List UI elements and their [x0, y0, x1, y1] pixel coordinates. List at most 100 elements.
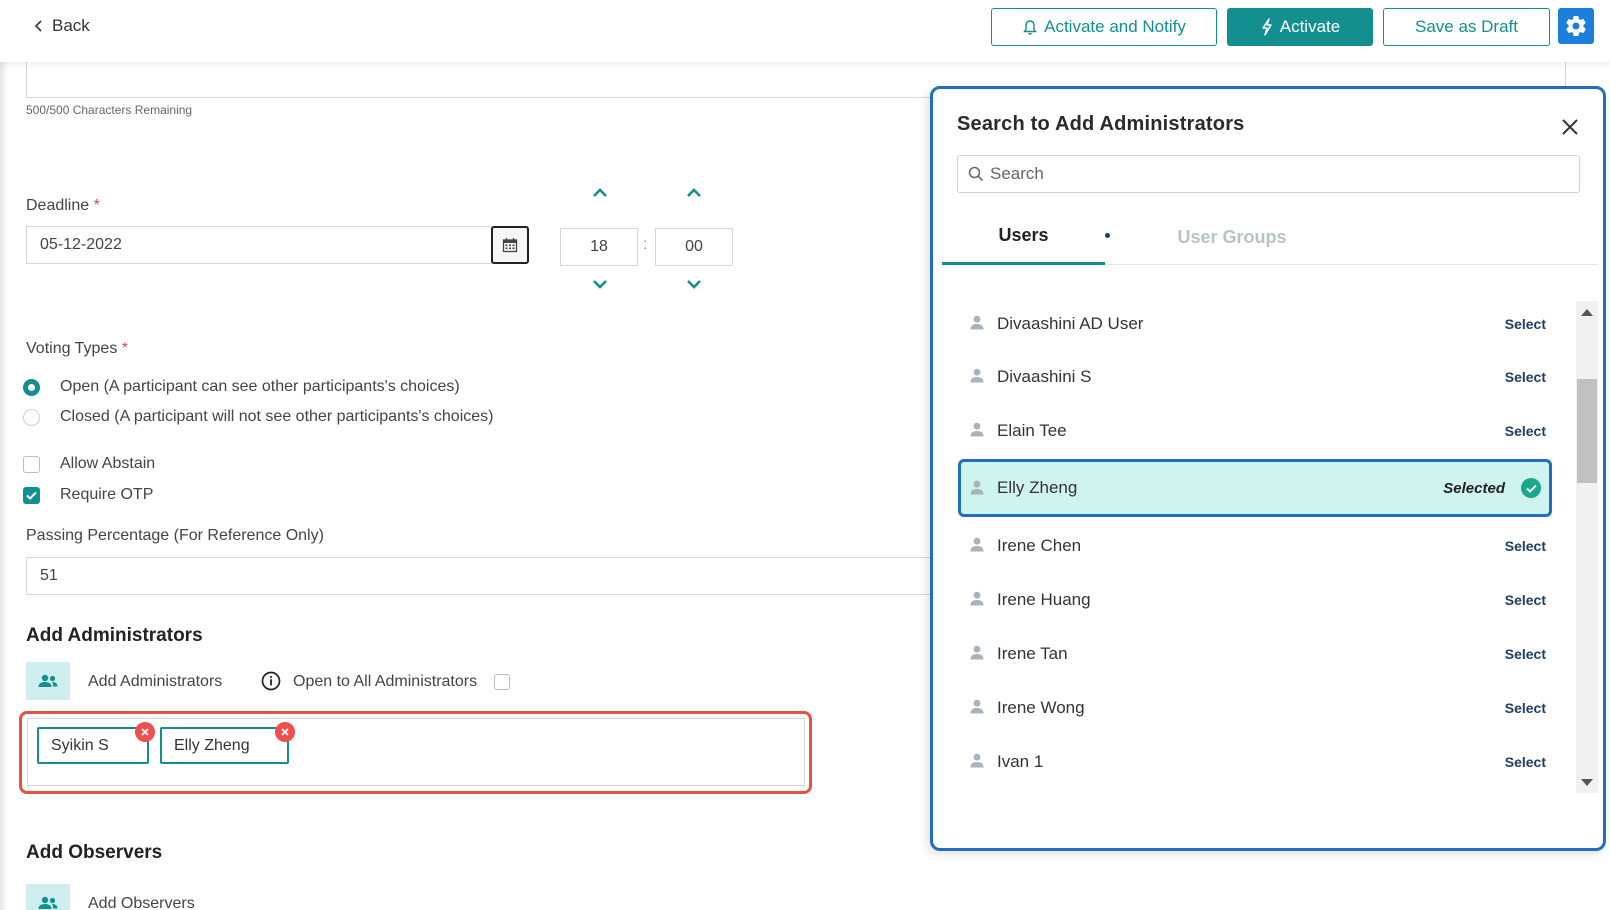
add-administrators-label: Add Administrators — [88, 673, 223, 690]
user-name: Divaashini AD User — [997, 314, 1144, 333]
voting-open-option[interactable]: Open (A participant can see other partic… — [23, 378, 460, 396]
user-name: Irene Wong — [997, 698, 1085, 717]
select-user-button[interactable]: Select — [1505, 646, 1546, 662]
voting-closed-label: Closed (A participant will not see other… — [60, 408, 494, 425]
calendar-button[interactable] — [491, 226, 529, 264]
close-icon — [281, 728, 289, 736]
administrator-chip-label: Elly Zheng — [174, 736, 250, 754]
settings-button[interactable] — [1558, 8, 1594, 44]
open-to-all-checkbox[interactable] — [494, 674, 510, 690]
scrollbar-thumb[interactable] — [1577, 379, 1597, 483]
passing-percentage-label: Passing Percentage (For Reference Only) — [26, 527, 324, 544]
add-administrators-button[interactable] — [26, 662, 70, 700]
left-edge-shadow — [0, 0, 8, 910]
user-name: Elly Zheng — [997, 478, 1078, 497]
tab-user-groups[interactable]: User Groups — [1142, 209, 1322, 265]
minute-input[interactable]: 00 — [655, 228, 733, 266]
require-otp-label: Require OTP — [60, 486, 154, 503]
chevron-up-icon — [593, 188, 607, 197]
person-icon — [970, 315, 984, 330]
user-list: Divaashini AD User Select Divaashini S S… — [942, 299, 1568, 799]
time-separator: : — [643, 236, 648, 253]
deadline-date-input[interactable]: 05-12-2022 — [26, 226, 492, 264]
person-icon — [970, 645, 984, 660]
characters-remaining: 500/500 Characters Remaining — [26, 103, 193, 117]
person-icon — [970, 480, 984, 495]
back-button[interactable]: Back — [34, 16, 90, 36]
chevron-up-icon — [687, 188, 701, 197]
select-user-button[interactable]: Select — [1505, 538, 1546, 554]
voting-closed-option[interactable]: Closed (A participant will not see other… — [23, 408, 493, 426]
add-observers-button[interactable] — [26, 884, 70, 910]
save-as-draft-label: Save as Draft — [1415, 17, 1518, 36]
panel-title: Search to Add Administrators — [957, 113, 1245, 135]
user-row[interactable]: Irene Chen Select — [958, 521, 1552, 571]
close-panel-button[interactable] — [1558, 115, 1582, 139]
person-icon — [970, 537, 984, 552]
required-mark: * — [121, 340, 129, 357]
tab-users[interactable]: Users — [942, 209, 1105, 265]
person-icon — [970, 422, 984, 437]
user-row[interactable]: Irene Wong Select — [958, 683, 1552, 733]
select-user-button[interactable]: Select — [1505, 592, 1546, 608]
select-user-button[interactable]: Select — [1505, 423, 1546, 439]
search-input[interactable] — [990, 164, 1550, 184]
remove-chip-button[interactable] — [135, 722, 155, 742]
user-name: Elain Tee — [997, 421, 1067, 440]
minute-value: 00 — [685, 238, 703, 255]
remove-chip-button[interactable] — [275, 722, 295, 742]
tab-user-groups-label: User Groups — [1177, 226, 1287, 247]
activate-and-notify-button[interactable]: Activate and Notify — [991, 8, 1217, 46]
add-administrators-title: Add Administrators — [26, 625, 203, 646]
user-row[interactable]: Elain Tee Select — [958, 406, 1552, 456]
user-name: Irene Huang — [997, 590, 1091, 609]
person-icon — [970, 368, 984, 383]
scroll-up-arrow-icon[interactable] — [1581, 309, 1593, 316]
gear-icon — [1566, 16, 1586, 37]
voting-open-radio[interactable] — [23, 378, 40, 396]
users-icon — [38, 896, 58, 909]
hour-decrement-button[interactable] — [590, 277, 610, 291]
minute-increment-button[interactable] — [684, 186, 704, 200]
add-observers-title: Add Observers — [26, 842, 163, 863]
select-user-button[interactable]: Select — [1505, 754, 1546, 770]
activate-button[interactable]: Activate — [1227, 8, 1373, 46]
minute-decrement-button[interactable] — [684, 277, 704, 291]
select-user-button[interactable]: Select — [1505, 316, 1546, 332]
person-icon — [970, 699, 984, 714]
require-otp-option[interactable]: Require OTP — [23, 486, 153, 504]
require-otp-checkbox[interactable] — [23, 486, 40, 504]
tab-users-label: Users — [998, 225, 1049, 245]
user-list-scrollbar[interactable] — [1576, 301, 1598, 793]
hour-increment-button[interactable] — [590, 186, 610, 200]
chevron-left-icon — [34, 20, 42, 32]
save-as-draft-button[interactable]: Save as Draft — [1383, 8, 1550, 46]
chevron-down-icon — [593, 280, 607, 289]
voting-closed-radio[interactable] — [23, 408, 40, 426]
panel-tabs: Users User Groups — [942, 209, 1598, 265]
administrator-chip: Syikin S — [37, 727, 149, 764]
top-bar: Back Activate and Notify Activate Save a… — [0, 0, 1610, 62]
select-user-button[interactable]: Select — [1505, 369, 1546, 385]
allow-abstain-option[interactable]: Allow Abstain — [23, 455, 155, 473]
administrator-chip-label: Syikin S — [51, 736, 109, 754]
hour-input[interactable]: 18 — [560, 228, 638, 266]
selected-status[interactable]: Selected — [1443, 480, 1505, 497]
required-mark: * — [93, 197, 100, 214]
hour-value: 18 — [590, 238, 608, 255]
scroll-down-arrow-icon[interactable] — [1581, 779, 1593, 786]
user-row[interactable]: Divaashini S Select — [958, 352, 1552, 402]
search-icon — [968, 166, 984, 182]
select-user-button[interactable]: Select — [1505, 700, 1546, 716]
user-row[interactable]: Irene Tan Select — [958, 629, 1552, 679]
allow-abstain-checkbox[interactable] — [23, 455, 40, 473]
user-row[interactable]: Divaashini AD User Select — [958, 299, 1552, 349]
passing-percentage-value: 51 — [40, 567, 58, 584]
person-icon — [970, 591, 984, 606]
search-field[interactable] — [957, 155, 1580, 193]
voting-types-label: Voting Types * — [26, 340, 128, 358]
user-row[interactable]: Ivan 1 Select — [958, 737, 1552, 787]
user-row[interactable]: Irene Huang Select — [958, 575, 1552, 625]
user-row-selected[interactable]: Elly Zheng Selected — [958, 459, 1552, 517]
passing-percentage-input[interactable]: 51 — [26, 557, 946, 595]
